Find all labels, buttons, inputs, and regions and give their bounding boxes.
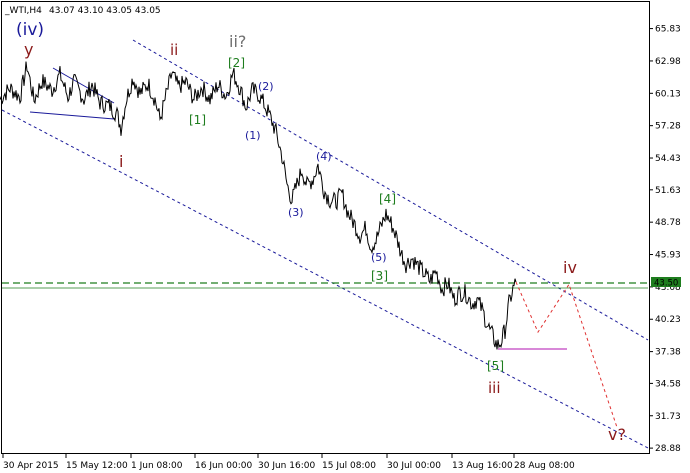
chart-frame: [1, 1, 650, 454]
y-axis: 65.83 62.98 60.13 57.28 54.43 51.63 48.78 45.93…: [649, 25, 681, 454]
y-tick-label: 40.23: [655, 315, 681, 325]
triangle-upper-line: [52, 67, 115, 104]
wave-label-4-paren: (4): [316, 150, 332, 163]
y-tick-label: 51.63: [655, 186, 681, 196]
x-tick-label: 15 May 12:00: [66, 461, 128, 471]
y-tick-label: 62.98: [655, 57, 681, 67]
price-chart: _WTI,H4 43.07 43.10 43.05 43.05 65.83 62.…: [0, 1, 681, 471]
x-tick-label: 13 Aug 16:00: [452, 461, 513, 471]
horizontal-levels: [2, 282, 648, 350]
y-tick-label: 60.13: [655, 89, 681, 99]
current-price-marker: 43.50: [651, 277, 681, 289]
y-tick-label: 37.38: [655, 348, 681, 358]
wave-labels: (iv)y ii ii? [2] [1] (2) (1) i (4) (3) [4] (5) [3] iv…: [16, 20, 626, 444]
y-tick-label: 57.28: [655, 122, 681, 132]
wave-label-3-bracket: [3]: [371, 269, 388, 283]
ohlc-values: 43.07 43.10 43.05 43.05: [49, 6, 161, 16]
x-axis: 30 Apr 2015 15 May 12:00 1 Jun 08:00 16 Jun…: [2, 454, 575, 471]
y-tick-label: 65.83: [655, 25, 681, 35]
x-tick-label: 30 Apr 2015: [3, 461, 59, 471]
x-tick-label: 15 Jul 08:00: [322, 461, 376, 471]
price-line: [0, 61, 517, 350]
wave-label-5-paren: (5): [371, 251, 387, 264]
x-tick-label: 28 Aug 08:00: [514, 461, 575, 471]
y-tick-label: 48.78: [655, 218, 681, 228]
x-tick-label: 30 Jun 16:00: [258, 461, 315, 471]
symbol-label: _WTI,H4: [4, 6, 42, 16]
wave-label-1-bracket: [1]: [189, 113, 206, 127]
wave-label-2-paren: (2): [258, 80, 274, 93]
wave-label-2-bracket: [2]: [228, 56, 245, 70]
wave-label-5-bracket: [5]: [487, 359, 504, 373]
wave-label-ii: ii: [170, 41, 178, 59]
wave-label-3-paren: (3): [288, 206, 304, 219]
wave-label-1-paren: (1): [245, 129, 261, 142]
x-tick-label: 30 Jul 00:00: [387, 461, 441, 471]
wave-label-4-bracket: [4]: [379, 192, 396, 206]
wave-label-iv-outer: (iv): [16, 20, 44, 40]
y-tick-label: 34.58: [655, 379, 681, 389]
wave-label-iv: iv: [563, 258, 577, 277]
wave-label-ii-q: ii?: [229, 32, 246, 51]
x-tick-label: 16 Jun 00:00: [195, 461, 252, 471]
x-tick-label: 1 Jun 08:00: [131, 461, 183, 471]
y-tick-label: 28.88: [655, 444, 681, 454]
wave-label-iii: iii: [488, 379, 501, 397]
y-tick-label: 45.93: [655, 251, 681, 261]
y-tick-label: 54.43: [655, 154, 681, 164]
wave-label-y: y: [24, 40, 33, 59]
wave-label-v-q: v?: [608, 425, 626, 444]
price-line-group: [0, 61, 517, 350]
y-tick-label: 31.73: [655, 412, 681, 422]
current-price-label: 43.50: [654, 279, 678, 289]
wave-label-i: i: [119, 152, 123, 171]
channel-upper-line: [132, 39, 649, 341]
triangle-lower-line: [29, 111, 115, 120]
